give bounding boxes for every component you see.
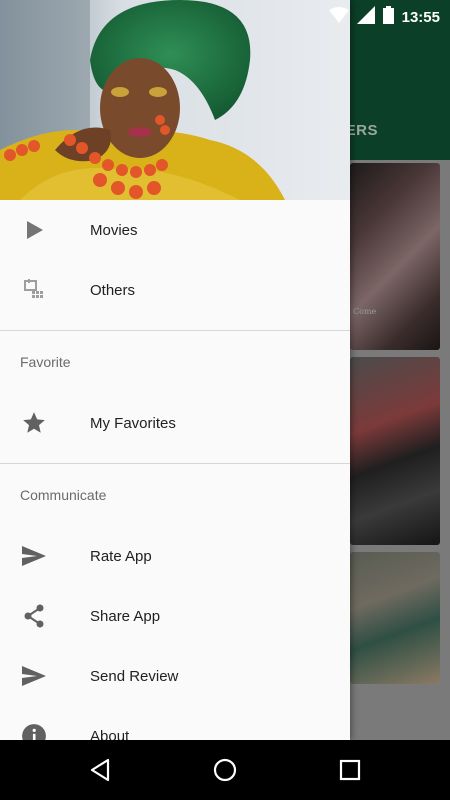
recents-square-icon bbox=[339, 759, 361, 781]
send-icon bbox=[20, 542, 48, 570]
drawer-item-label: Send Review bbox=[90, 667, 179, 685]
drawer-item-send-review[interactable]: Send Review bbox=[0, 646, 350, 706]
system-navigation-bar bbox=[0, 740, 450, 800]
home-button[interactable] bbox=[210, 755, 240, 785]
share-icon bbox=[20, 602, 48, 630]
movie-card: Come bbox=[350, 163, 440, 350]
wifi-icon bbox=[328, 7, 349, 28]
drawer-item-label: Others bbox=[90, 281, 136, 299]
drawer-item-my-favorites[interactable]: My Favorites bbox=[0, 393, 350, 453]
info-icon bbox=[20, 722, 48, 740]
movie-card bbox=[350, 357, 440, 545]
star-icon bbox=[20, 409, 48, 437]
card-caption: Come bbox=[353, 307, 377, 316]
drawer-item-label: Movies bbox=[90, 221, 138, 239]
back-button[interactable] bbox=[85, 755, 115, 785]
calendar-grid-icon bbox=[20, 276, 48, 304]
drawer-menu: Movies Others Favorite My Favorites Comm… bbox=[0, 200, 350, 740]
navigation-drawer: Movies Others Favorite My Favorites Comm… bbox=[0, 0, 350, 740]
play-icon bbox=[20, 216, 48, 244]
tab-fragment: ERS bbox=[345, 122, 378, 139]
back-triangle-icon bbox=[90, 758, 110, 782]
section-title-favorite: Favorite bbox=[20, 354, 71, 370]
signal-icon bbox=[356, 6, 375, 29]
drawer-item-label: My Favorites bbox=[90, 414, 176, 432]
drawer-item-share-app[interactable]: Share App bbox=[0, 586, 350, 646]
drawer-item-movies[interactable]: Movies bbox=[0, 200, 350, 260]
drawer-item-label: Rate App bbox=[90, 547, 152, 565]
drawer-item-label: Share App bbox=[90, 607, 161, 625]
status-time: 13:55 bbox=[401, 9, 440, 26]
battery-icon bbox=[382, 6, 394, 29]
send-icon bbox=[20, 662, 48, 690]
recents-button[interactable] bbox=[335, 755, 365, 785]
drawer-item-about[interactable]: About bbox=[0, 706, 350, 740]
home-circle-icon bbox=[213, 758, 237, 782]
movie-card bbox=[350, 552, 440, 684]
section-title-communicate: Communicate bbox=[20, 487, 107, 503]
status-bar: 13:55 bbox=[0, 0, 450, 30]
drawer-header-image bbox=[0, 0, 350, 200]
drawer-item-others[interactable]: Others bbox=[0, 260, 350, 320]
drawer-item-rate-app[interactable]: Rate App bbox=[0, 526, 350, 586]
drawer-item-label: About bbox=[90, 727, 130, 741]
